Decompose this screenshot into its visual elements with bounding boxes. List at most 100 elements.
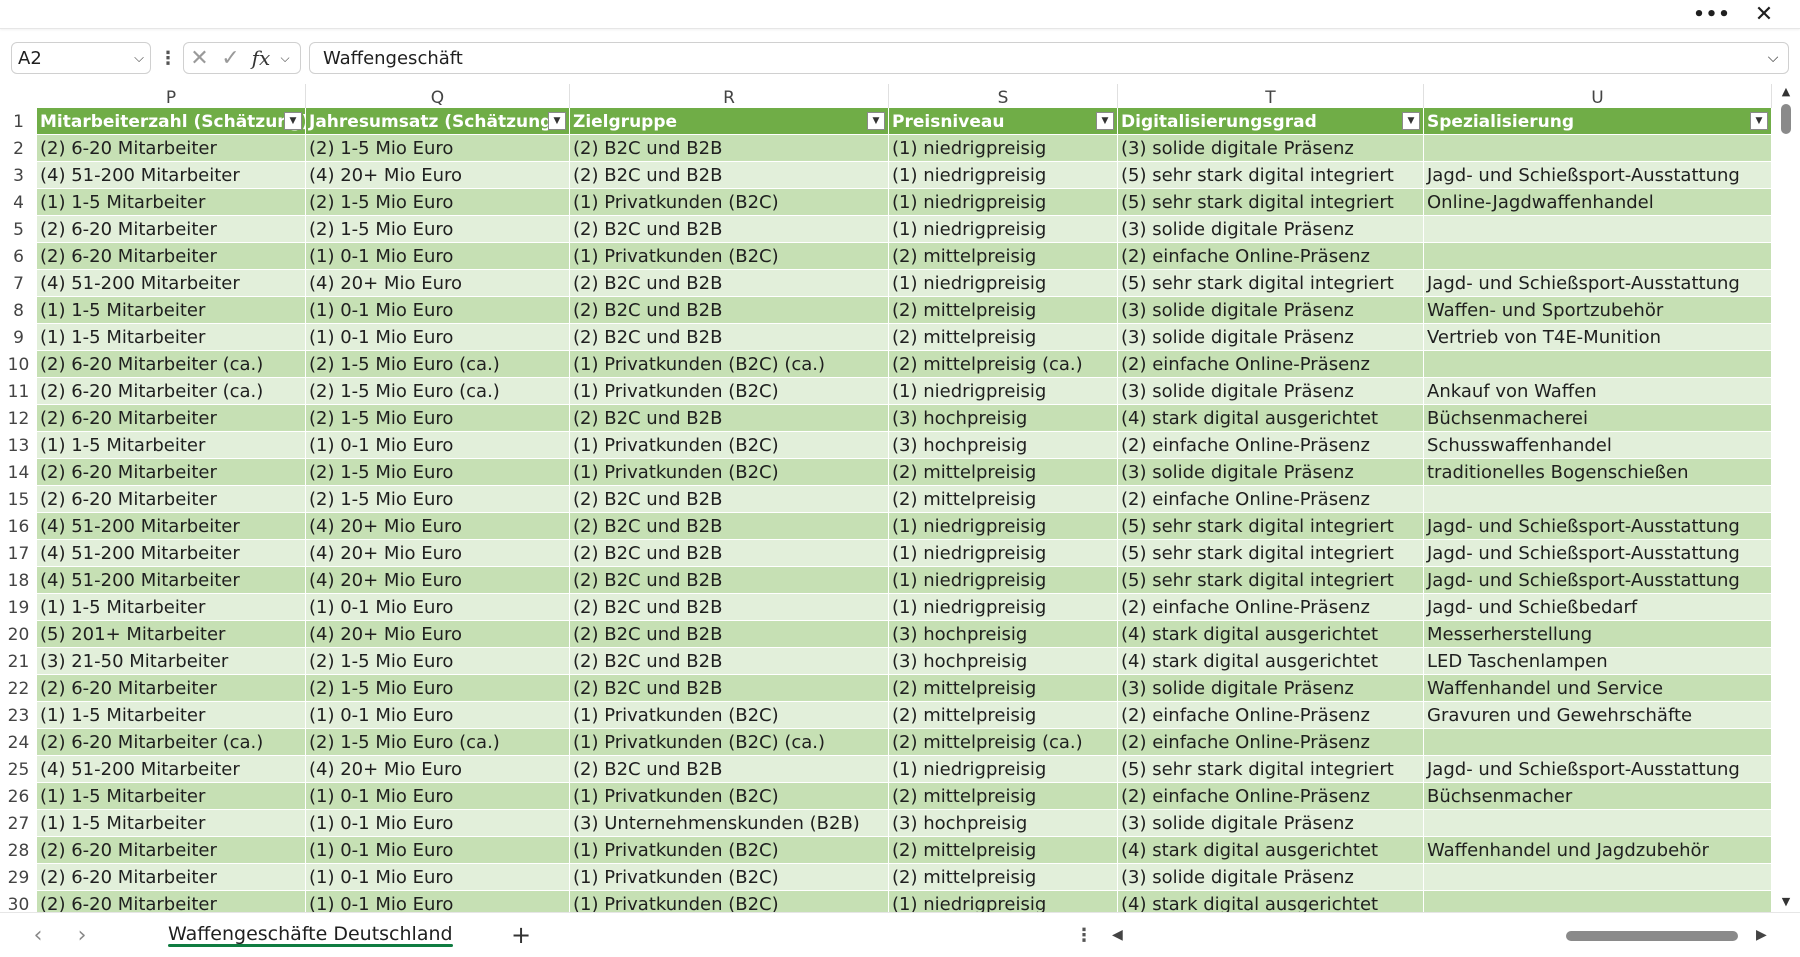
cell-s[interactable]: (2) mittelpreisig (889, 783, 1118, 810)
cell-t[interactable]: (5) sehr stark digital integriert (1118, 270, 1424, 297)
cell-t[interactable]: (3) solide digitale Präsenz (1118, 459, 1424, 486)
cell-q[interactable]: (1) 0-1 Mio Euro (306, 810, 570, 837)
cell-u[interactable]: Jagd- und Schießsport-Ausstattung (1424, 540, 1772, 567)
cell-t[interactable]: (2) einfache Online-Präsenz (1118, 243, 1424, 270)
cell-r[interactable]: (1) Privatkunden (B2C) (570, 378, 889, 405)
cell-t[interactable]: (5) sehr stark digital integriert (1118, 513, 1424, 540)
row-number[interactable]: 12 (0, 405, 37, 432)
cell-r[interactable]: (2) B2C und B2B (570, 675, 889, 702)
column-letter-t[interactable]: T (1118, 84, 1424, 110)
cell-r[interactable]: (3) Unternehmenskunden (B2B) (570, 810, 889, 837)
cell-u[interactable]: Jagd- und Schießsport-Ausstattung (1424, 162, 1772, 189)
cell-p[interactable]: (2) 6-20 Mitarbeiter (ca.) (37, 378, 306, 405)
cell-t[interactable]: (2) einfache Online-Präsenz (1118, 702, 1424, 729)
cell-u[interactable] (1424, 864, 1772, 891)
cell-q[interactable]: (1) 0-1 Mio Euro (306, 432, 570, 459)
more-options-icon[interactable]: ••• (1688, 0, 1736, 28)
cell-q[interactable]: (4) 20+ Mio Euro (306, 162, 570, 189)
cell-s[interactable]: (1) niedrigpreisig (889, 135, 1118, 162)
cell-p[interactable]: (2) 6-20 Mitarbeiter (37, 135, 306, 162)
cell-p[interactable]: (4) 51-200 Mitarbeiter (37, 540, 306, 567)
cell-p[interactable]: (2) 6-20 Mitarbeiter (ca.) (37, 351, 306, 378)
cell-q[interactable]: (2) 1-5 Mio Euro (306, 648, 570, 675)
cell-q[interactable]: (2) 1-5 Mio Euro (306, 405, 570, 432)
cell-t[interactable]: (5) sehr stark digital integriert (1118, 756, 1424, 783)
formula-input[interactable]: Waffengeschäft ⌵ (309, 42, 1789, 74)
cell-p[interactable]: (4) 51-200 Mitarbeiter (37, 270, 306, 297)
insert-function-icon[interactable]: fx (246, 43, 276, 73)
filter-dropdown-icon[interactable]: ▼ (1402, 112, 1420, 130)
cell-p[interactable]: (1) 1-5 Mitarbeiter (37, 297, 306, 324)
cell-s[interactable]: (2) mittelpreisig (889, 675, 1118, 702)
cell-q[interactable]: (2) 1-5 Mio Euro (306, 135, 570, 162)
cell-s[interactable]: (2) mittelpreisig (889, 297, 1118, 324)
cell-r[interactable]: (2) B2C und B2B (570, 486, 889, 513)
cell-s[interactable]: (1) niedrigpreisig (889, 378, 1118, 405)
cell-u[interactable] (1424, 351, 1772, 378)
cell-s[interactable]: (1) niedrigpreisig (889, 594, 1118, 621)
cell-p[interactable]: (2) 6-20 Mitarbeiter (37, 459, 306, 486)
column-letter-u[interactable]: U (1424, 84, 1772, 110)
row-number[interactable]: 9 (0, 324, 37, 351)
cell-t[interactable]: (2) einfache Online-Präsenz (1118, 729, 1424, 756)
row-number[interactable]: 16 (0, 513, 37, 540)
cell-s[interactable]: (1) niedrigpreisig (889, 513, 1118, 540)
cell-p[interactable]: (2) 6-20 Mitarbeiter (37, 864, 306, 891)
cell-r[interactable]: (2) B2C und B2B (570, 297, 889, 324)
cell-u[interactable]: Schusswaffenhandel (1424, 432, 1772, 459)
cell-s[interactable]: (2) mittelpreisig (ca.) (889, 351, 1118, 378)
cell-p[interactable]: (2) 6-20 Mitarbeiter (37, 675, 306, 702)
cell-s[interactable]: (1) niedrigpreisig (889, 567, 1118, 594)
cell-p[interactable]: (2) 6-20 Mitarbeiter (37, 891, 306, 912)
next-sheet-icon[interactable]: › (68, 921, 96, 949)
cell-p[interactable]: (2) 6-20 Mitarbeiter (37, 405, 306, 432)
header-cell-q[interactable]: Jahresumsatz (Schätzung) ▼ (306, 108, 570, 135)
cell-q[interactable]: (1) 0-1 Mio Euro (306, 324, 570, 351)
cell-p[interactable]: (4) 51-200 Mitarbeiter (37, 162, 306, 189)
add-sheet-icon[interactable]: + (504, 919, 538, 951)
cell-r[interactable]: (2) B2C und B2B (570, 648, 889, 675)
cell-p[interactable]: (2) 6-20 Mitarbeiter (37, 216, 306, 243)
cell-s[interactable]: (2) mittelpreisig (889, 243, 1118, 270)
horizontal-scroll-thumb[interactable] (1566, 931, 1738, 941)
cell-s[interactable]: (3) hochpreisig (889, 648, 1118, 675)
cell-p[interactable]: (2) 6-20 Mitarbeiter (ca.) (37, 729, 306, 756)
cell-t[interactable]: (3) solide digitale Präsenz (1118, 675, 1424, 702)
cell-q[interactable]: (2) 1-5 Mio Euro (306, 189, 570, 216)
cell-u[interactable]: Jagd- und Schießsport-Ausstattung (1424, 270, 1772, 297)
cell-u[interactable]: Jagd- und Schießsport-Ausstattung (1424, 756, 1772, 783)
cell-t[interactable]: (4) stark digital ausgerichtet (1118, 648, 1424, 675)
cancel-icon[interactable]: ✕ (184, 43, 215, 73)
cell-r[interactable]: (2) B2C und B2B (570, 621, 889, 648)
cell-u[interactable] (1424, 486, 1772, 513)
cell-r[interactable]: (1) Privatkunden (B2C) (570, 783, 889, 810)
cell-p[interactable]: (1) 1-5 Mitarbeiter (37, 702, 306, 729)
header-cell-s[interactable]: Preisniveau ▼ (889, 108, 1118, 135)
cell-u[interactable] (1424, 891, 1772, 912)
row-number[interactable]: 20 (0, 621, 37, 648)
row-number[interactable]: 10 (0, 351, 37, 378)
cell-r[interactable]: (1) Privatkunden (B2C) (570, 702, 889, 729)
cell-t[interactable]: (3) solide digitale Präsenz (1118, 378, 1424, 405)
cell-u[interactable]: Ankauf von Waffen (1424, 378, 1772, 405)
cell-s[interactable]: (3) hochpreisig (889, 810, 1118, 837)
row-number[interactable]: 8 (0, 297, 37, 324)
cell-q[interactable]: (1) 0-1 Mio Euro (306, 243, 570, 270)
more-vertical-icon[interactable]: ⋮ (159, 42, 177, 74)
cell-t[interactable]: (2) einfache Online-Präsenz (1118, 783, 1424, 810)
cell-u[interactable]: Waffenhandel und Service (1424, 675, 1772, 702)
cell-r[interactable]: (1) Privatkunden (B2C) (570, 891, 889, 912)
cell-u[interactable]: Online-Jagdwaffenhandel (1424, 189, 1772, 216)
cell-s[interactable]: (2) mittelpreisig (889, 486, 1118, 513)
cell-t[interactable]: (4) stark digital ausgerichtet (1118, 621, 1424, 648)
header-cell-u[interactable]: Spezialisierung ▼ (1424, 108, 1772, 135)
enter-check-icon[interactable]: ✓ (215, 43, 246, 73)
cell-s[interactable]: (1) niedrigpreisig (889, 270, 1118, 297)
cell-p[interactable]: (1) 1-5 Mitarbeiter (37, 324, 306, 351)
cell-u[interactable]: Jagd- und Schießbedarf (1424, 594, 1772, 621)
select-all-corner[interactable] (0, 84, 37, 108)
row-number[interactable]: 5 (0, 216, 37, 243)
more-vertical-icon[interactable]: ⋮ (1075, 921, 1093, 949)
cell-u[interactable]: Jagd- und Schießsport-Ausstattung (1424, 513, 1772, 540)
filter-dropdown-icon[interactable]: ▼ (548, 112, 566, 130)
